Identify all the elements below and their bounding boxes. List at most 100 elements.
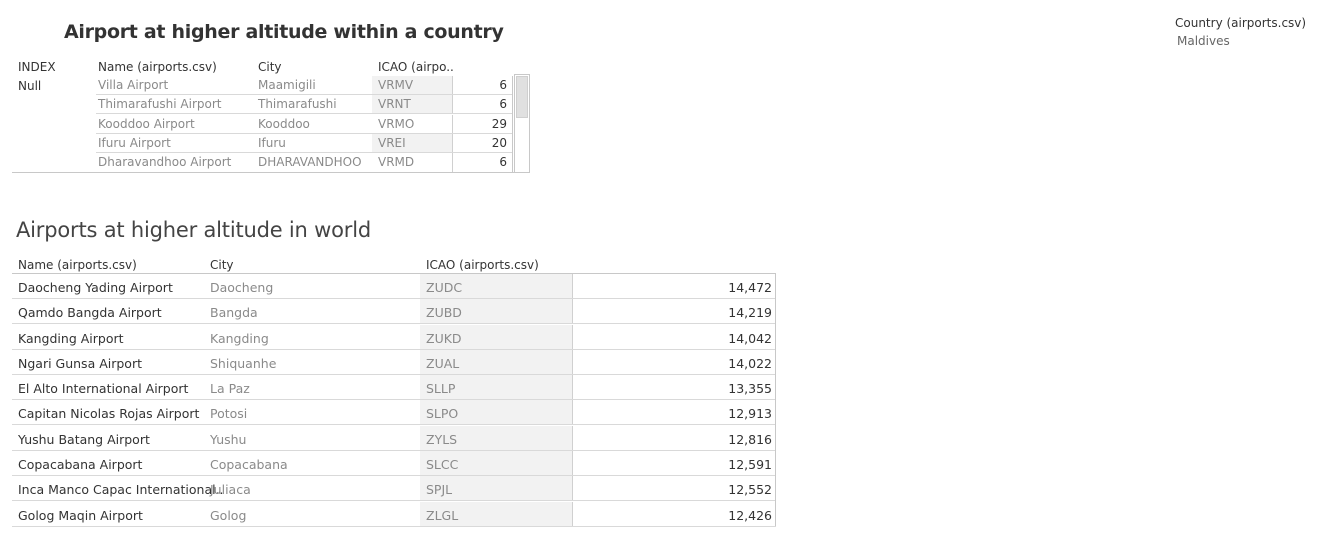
airport-icao: VRNT	[378, 97, 411, 111]
altitude-value: 29	[491, 117, 507, 131]
header-city[interactable]: City	[210, 258, 234, 272]
table-right-border	[775, 273, 776, 526]
table-row[interactable]: Kangding Airport Kangding ZUKD 14,042	[12, 325, 776, 350]
airport-name: Villa Airport	[98, 78, 169, 92]
table-row[interactable]: Yushu Batang Airport Yushu ZYLS 12,816	[12, 426, 776, 451]
altitude-value: 6	[499, 97, 507, 111]
table-row[interactable]: Kooddoo Airport Kooddoo VRMO 29	[12, 115, 513, 134]
table-row[interactable]: Thimarafushi Airport Thimarafushi VRNT 6	[12, 95, 513, 114]
airport-icao: VRMD	[378, 155, 415, 169]
header-name[interactable]: Name (airports.csv)	[98, 60, 217, 74]
altitude-value: 12,552	[728, 482, 772, 497]
altitude-value: 12,591	[728, 457, 772, 472]
airport-name: Capitan Nicolas Rojas Airport	[18, 406, 200, 421]
airport-name: Dharavandhoo Airport	[98, 155, 232, 169]
cell-divider	[572, 274, 573, 299]
row-divider	[12, 323, 776, 324]
header-icao[interactable]: ICAO (airports.csv)	[426, 258, 539, 272]
cell-divider	[572, 350, 573, 375]
table-row[interactable]: El Alto International Airport La Paz SLL…	[12, 375, 776, 400]
table-row[interactable]: Qamdo Bangda Airport Bangda ZUBD 14,219	[12, 299, 776, 324]
airport-icao: ZYLS	[426, 432, 458, 447]
airport-icao: SLPO	[426, 406, 459, 421]
airport-icao: VREI	[378, 136, 406, 150]
airport-city: Potosi	[210, 406, 248, 421]
sheet-title-country: Airport at higher altitude within a coun…	[64, 21, 504, 43]
country-filter-value[interactable]: Maldives	[1177, 34, 1230, 48]
header-city[interactable]: City	[258, 60, 282, 74]
airport-city: Kooddoo	[258, 117, 310, 131]
altitude-value: 14,042	[728, 331, 772, 346]
table-row[interactable]: Inca Manco Capac International.. Juliaca…	[12, 476, 776, 501]
table-row[interactable]: Ngari Gunsa Airport Shiquanhe ZUAL 14,02…	[12, 350, 776, 375]
cell-divider	[452, 76, 453, 95]
airport-city: Juliaca	[210, 482, 251, 497]
cell-divider	[572, 502, 573, 527]
row-divider	[12, 424, 776, 425]
table-row[interactable]: Daocheng Yading Airport Daocheng ZUDC 14…	[12, 274, 776, 299]
airport-city: Kangding	[210, 331, 269, 346]
airport-icao: SPJL	[426, 482, 453, 497]
airport-icao: SLCC	[426, 457, 459, 472]
airport-city: La Paz	[210, 381, 250, 396]
scrollbar-thumb[interactable]	[516, 76, 528, 118]
cell-divider	[572, 426, 573, 451]
cell-divider	[452, 153, 453, 172]
vertical-scrollbar[interactable]	[514, 74, 530, 173]
table-row[interactable]: Capitan Nicolas Rojas Airport Potosi SLP…	[12, 400, 776, 425]
header-icao[interactable]: ICAO (airpo..	[378, 60, 454, 74]
airport-city: Copacabana	[210, 457, 288, 472]
airport-name: El Alto International Airport	[18, 381, 189, 396]
airport-city: Bangda	[210, 305, 258, 320]
row-divider	[12, 526, 776, 527]
airport-name: Copacabana Airport	[18, 457, 143, 472]
altitude-value: 6	[499, 155, 507, 169]
cell-divider	[452, 134, 453, 153]
table-row[interactable]: Ifuru Airport Ifuru VREI 20	[12, 134, 513, 153]
airport-icao: VRMV	[378, 78, 414, 92]
country-filter-title: Country (airports.csv)	[1175, 16, 1307, 30]
airport-icao: ZUKD	[426, 331, 462, 346]
airport-name: Daocheng Yading Airport	[18, 280, 173, 295]
airport-city: Yushu	[210, 432, 247, 447]
table-row[interactable]: Dharavandhoo Airport DHARAVANDHOO VRMD 6	[12, 153, 513, 172]
row-divider	[96, 113, 513, 114]
altitude-value: 14,022	[728, 356, 772, 371]
airport-icao: SLLP	[426, 381, 456, 396]
header-index[interactable]: INDEX	[18, 60, 56, 74]
altitude-value: 14,472	[728, 280, 772, 295]
airport-name: Qamdo Bangda Airport	[18, 305, 162, 320]
cell-divider	[452, 115, 453, 134]
airport-city: Ifuru	[258, 136, 286, 150]
cell-divider	[572, 299, 573, 324]
altitude-value: 20	[491, 136, 507, 150]
airport-name: Yushu Batang Airport	[18, 432, 150, 447]
cell-divider	[452, 95, 453, 114]
airport-name: Kooddoo Airport	[98, 117, 195, 131]
header-name[interactable]: Name (airports.csv)	[18, 258, 137, 272]
table-row[interactable]: Golog Maqin Airport Golog ZLGL 12,426	[12, 502, 776, 527]
cell-divider	[572, 325, 573, 350]
table-right-border	[512, 76, 513, 173]
airport-city: DHARAVANDHOO	[258, 155, 362, 169]
altitude-value: 12,913	[728, 406, 772, 421]
airport-city: Maamigili	[258, 78, 316, 92]
airport-city: Thimarafushi	[258, 97, 337, 111]
country-airports-table: INDEX Name (airports.csv) City ICAO (air…	[12, 58, 532, 176]
altitude-value: 14,219	[728, 305, 772, 320]
airport-icao: ZUBD	[426, 305, 462, 320]
table-row[interactable]: Villa Airport Maamigili VRMV 6	[12, 76, 513, 95]
airport-city: Daocheng	[210, 280, 274, 295]
airport-city: Shiquanhe	[210, 356, 277, 371]
airport-name: Thimarafushi Airport	[98, 97, 222, 111]
table-row[interactable]: Copacabana Airport Copacabana SLCC 12,59…	[12, 451, 776, 476]
altitude-value: 12,816	[728, 432, 772, 447]
cell-divider	[572, 400, 573, 425]
cell-divider	[572, 451, 573, 476]
cell-divider	[572, 375, 573, 400]
airport-icao: VRMO	[378, 117, 415, 131]
altitude-value: 13,355	[728, 381, 772, 396]
airport-icao: ZUAL	[426, 356, 460, 371]
sheet-title-world: Airports at higher altitude in world	[16, 218, 371, 242]
airport-name: Ifuru Airport	[98, 136, 171, 150]
